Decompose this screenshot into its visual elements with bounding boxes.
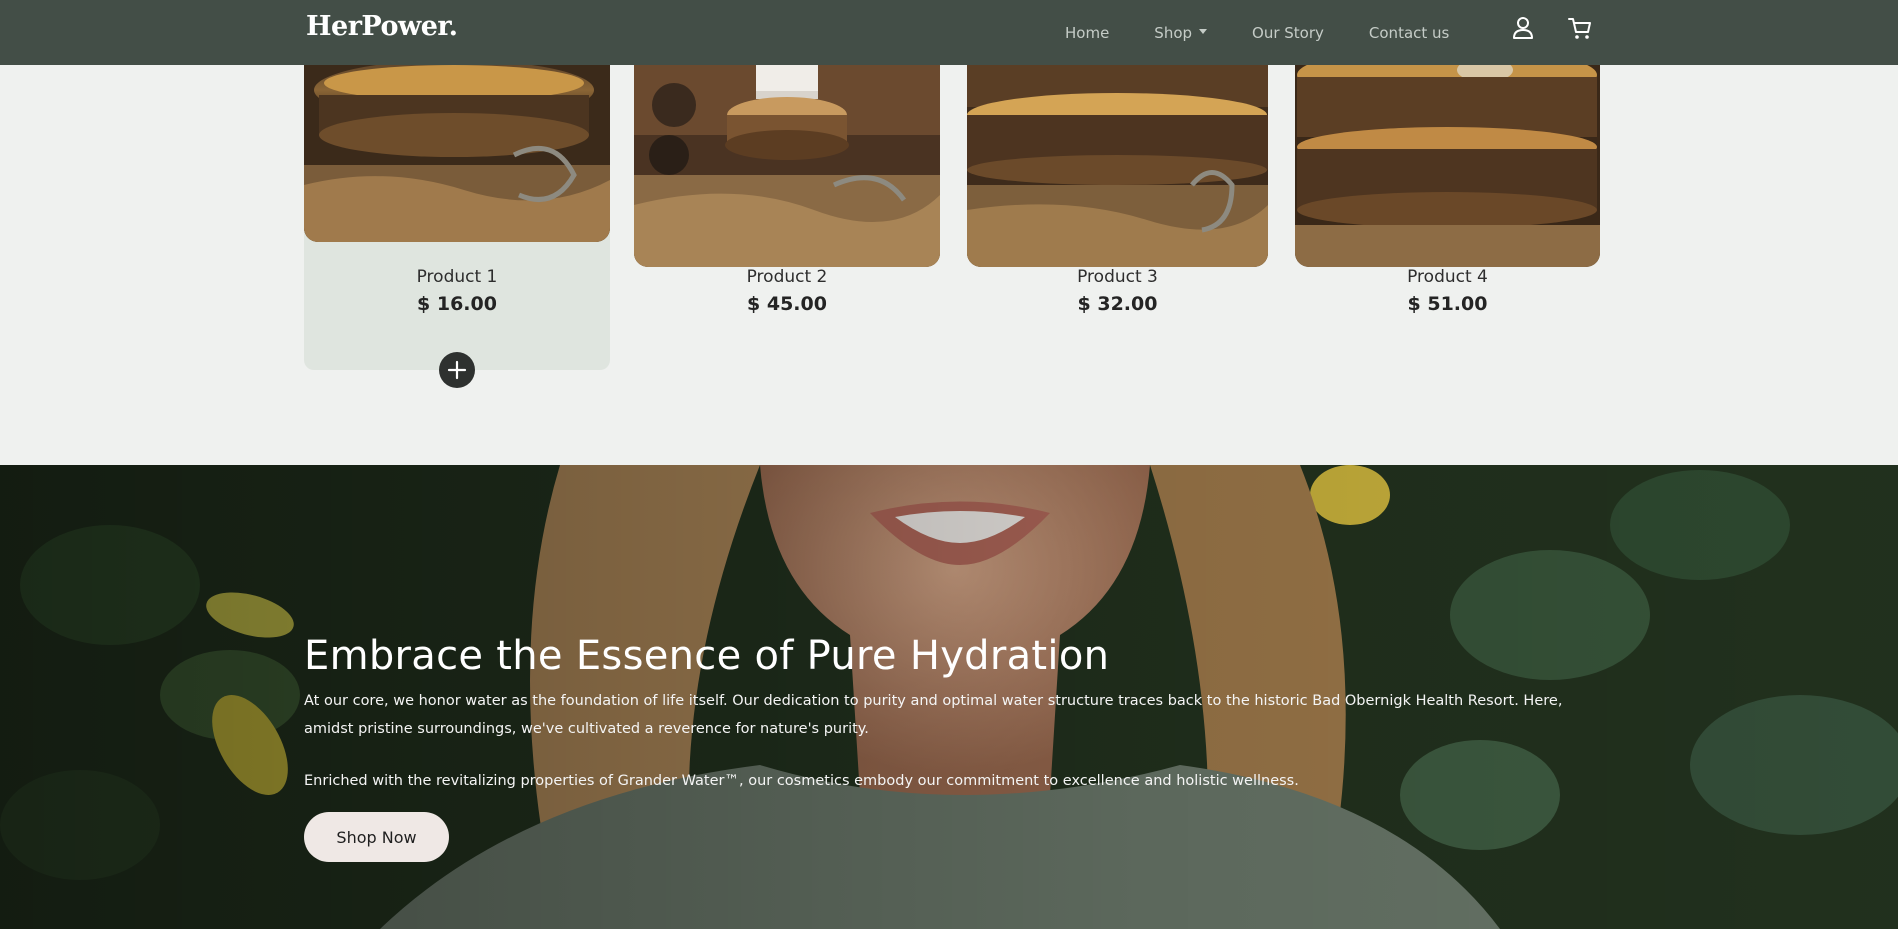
product-image[interactable] [304,35,610,242]
add-to-cart-button[interactable] [439,352,475,388]
user-icon[interactable] [1509,14,1537,42]
nav-contact-label: Contact us [1368,23,1450,42]
nav-contact[interactable]: Contact us [1369,24,1449,42]
plus-icon [447,360,467,380]
cart-icon[interactable] [1566,14,1594,42]
hero-title: Embrace the Essence of Pure Hydration [304,633,1110,679]
hero-paragraph: At our core, we honor water as the found… [304,693,1563,737]
product-name: Product 1 [416,267,498,287]
nav-our-story[interactable]: Our Story [1252,24,1324,42]
logo-text: HerPower. [306,11,458,42]
nav-home[interactable]: Home [1065,24,1109,42]
nav-our-story-label: Our Story [1252,23,1324,42]
product-grid: Product 1 $ 16.00 Product 2 $ 45.00 Prod… [0,35,1898,465]
logo[interactable]: HerPower. [306,11,458,42]
main-nav: Home Shop Our Story Contact us [1065,0,1494,65]
hero-banner: Embrace the Essence of Pure Hydration At… [0,465,1898,929]
product-card[interactable]: Product 1 $ 16.00 [304,35,610,388]
site-header: HerPower. Home Shop Our Story Contact us [0,0,1898,65]
product-name: Product 3 [1077,267,1158,287]
hero-paragraph: Enriched with the revitalizing propertie… [304,773,1299,789]
nav-shop-label: Shop [1154,23,1193,42]
nav-shop-dropdown[interactable]: Shop [1154,23,1208,42]
nav-home-label: Home [1065,23,1110,42]
shop-now-button[interactable]: Shop Now [304,812,449,862]
product-price: $ 16.00 [417,293,497,315]
product-price: $ 32.00 [1077,293,1158,315]
product-price: $ 51.00 [1407,293,1488,315]
product-name: Product 4 [1407,267,1488,287]
product-image[interactable] [1295,35,1600,267]
product-price: $ 45.00 [747,293,827,315]
product-image[interactable] [634,35,940,267]
caret-down-icon [1199,29,1208,34]
product-image[interactable] [967,35,1268,267]
product-name: Product 2 [746,267,828,287]
